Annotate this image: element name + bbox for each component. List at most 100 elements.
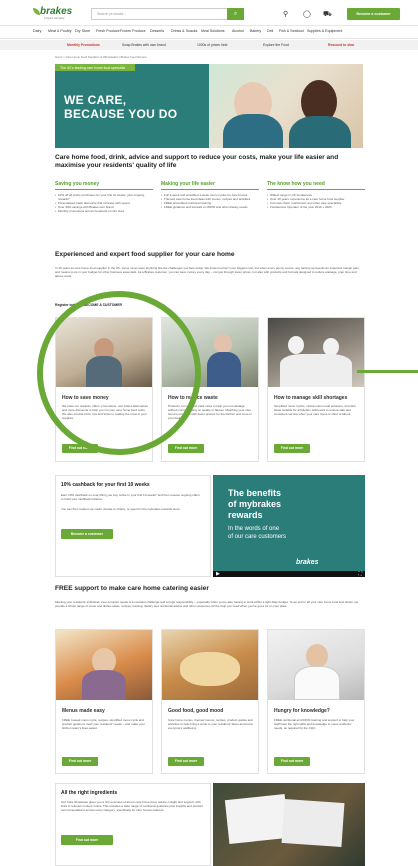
card-text: FREE 4-week menu cycle, recipes, simplif… bbox=[62, 718, 145, 730]
search-placeholder: Search products... bbox=[97, 12, 127, 16]
nav-item-dairy[interactable]: Dairy bbox=[33, 29, 41, 33]
ingredients-title: All the right ingredients bbox=[61, 790, 118, 796]
brochure-page bbox=[224, 793, 290, 845]
van-icon[interactable]: ⛟ bbox=[323, 10, 332, 19]
nav-item-fish[interactable]: Fish & Seafood bbox=[279, 29, 304, 33]
rewards-video[interactable]: The benefits of mybrakes rewards In the wo… bbox=[213, 475, 365, 577]
cook-figure bbox=[214, 334, 232, 354]
search-icon: ⌕ bbox=[233, 11, 238, 17]
brakes-logo[interactable]: brakes a Sysco company bbox=[33, 6, 73, 20]
video-controls[interactable]: ▶ ⛶ bbox=[213, 571, 365, 577]
nav-item-deli[interactable]: Deli bbox=[267, 29, 273, 33]
highlight-arrow bbox=[357, 370, 418, 373]
chef-whites bbox=[294, 666, 340, 700]
card-title: How to reduce waste bbox=[168, 395, 218, 401]
promo-swap[interactable]: Swap Brakes with own brand bbox=[122, 43, 166, 47]
nav-item-supplies[interactable]: Supplies & Equipment bbox=[307, 29, 342, 33]
find-out-more-button[interactable]: Find out more bbox=[168, 757, 204, 766]
search-button[interactable]: ⌕ bbox=[227, 8, 244, 20]
search-input[interactable]: Search products... ⌕ bbox=[91, 8, 244, 20]
support-text: Meeting your residents' individual, ever… bbox=[55, 600, 359, 608]
fullscreen-icon[interactable]: ⛶ bbox=[358, 571, 362, 577]
find-out-more-button[interactable]: Find out more bbox=[274, 444, 310, 453]
nav-item-fresh[interactable]: Fresh Produce bbox=[96, 29, 120, 33]
nav-item-meat[interactable]: Meat & Poultry bbox=[48, 29, 72, 33]
ingredients-text: Our Care Showcase gives you a rich overv… bbox=[61, 800, 203, 812]
become-customer-button[interactable]: Become a customer bbox=[61, 529, 113, 539]
card-image bbox=[162, 630, 258, 700]
video-title: The benefits of mybrakes rewards bbox=[228, 488, 281, 521]
card-skill-shortages: How to manage skill shortages Simplified… bbox=[267, 317, 365, 462]
nav-item-alcohol[interactable]: Alcohol bbox=[232, 29, 244, 33]
food-dish bbox=[180, 652, 240, 686]
hero-headline-line2: BECAUSE YOU DO bbox=[64, 107, 178, 121]
site-header: brakes a Sysco company Search products..… bbox=[0, 0, 418, 26]
card-image bbox=[56, 630, 152, 700]
cashback-text: Earn 10% cashback on everything you buy … bbox=[61, 493, 200, 501]
find-out-more-button[interactable]: Find out more bbox=[61, 835, 113, 845]
nav-item-meal-solutions[interactable]: Meal Solutions bbox=[201, 29, 225, 33]
list-item: 10% off all online purchases for your fi… bbox=[55, 193, 153, 201]
promo-rescued[interactable]: Rescued to shar bbox=[328, 43, 354, 47]
promo-prices[interactable]: 1000s of prices held bbox=[197, 43, 227, 47]
card-knowledge: Hungry for knowledge? FREE nutritional a… bbox=[267, 629, 365, 774]
nav-item-frozen[interactable]: Frozen Produce bbox=[120, 29, 146, 33]
chefs-bodies bbox=[280, 354, 352, 387]
hero-carer-body bbox=[289, 116, 351, 148]
hero-band: The UK's leading care home food speciali… bbox=[55, 64, 135, 71]
card-text: Simplified menu cycles, multi-portion me… bbox=[274, 404, 356, 416]
brochure-page bbox=[281, 798, 345, 848]
cashback-panel: 10% cashback for your first 10 weeks Ear… bbox=[55, 475, 211, 577]
nav-item-dry-store[interactable]: Dry Store bbox=[75, 29, 90, 33]
list-item: Monthly promotions across hundreds of co… bbox=[55, 209, 153, 213]
column-title: The know how you need bbox=[267, 181, 365, 190]
user-icon[interactable]: ⚲ bbox=[283, 10, 288, 18]
play-icon[interactable]: ▶ bbox=[216, 571, 220, 577]
card-save-money: How to save money We have our rewards, o… bbox=[55, 317, 153, 462]
lock-icon[interactable]: ◯ bbox=[303, 10, 311, 18]
become-customer-button[interactable]: Become a customer bbox=[347, 8, 400, 20]
card-title: Menus made easy bbox=[62, 708, 105, 714]
intro-title: Care home food, drink, advice and suppor… bbox=[55, 154, 339, 169]
column-know-how: The know how you need Widest range in UK… bbox=[267, 181, 365, 209]
video-subtitle: In the words of one of our care customers bbox=[228, 526, 286, 541]
find-out-more-button[interactable]: Find out more bbox=[274, 757, 310, 766]
ingredients-panel: All the right ingredients Our Care Showc… bbox=[55, 783, 211, 866]
card-title: Hungry for knowledge? bbox=[274, 708, 330, 714]
cashback-title: 10% cashback for your first 10 weeks bbox=[61, 482, 150, 488]
find-out-more-button[interactable]: Find out more bbox=[62, 757, 98, 766]
nav-item-bakery[interactable]: Bakery bbox=[250, 29, 261, 33]
find-out-more-button[interactable]: Find out more bbox=[168, 444, 204, 453]
cashback-text: You can then redeem as credit, donate to… bbox=[61, 507, 181, 511]
category-nav: Dairy Meat & Poultry Dry Store Fresh Pro… bbox=[0, 26, 418, 39]
register-cta[interactable]: Register today to BECOME A CUSTOMER bbox=[55, 303, 365, 307]
card-image bbox=[56, 318, 152, 387]
video-subtitle-line: In the words of one bbox=[228, 526, 280, 532]
nav-item-desserts[interactable]: Desserts bbox=[150, 29, 164, 33]
find-out-more-button[interactable]: Find out more bbox=[62, 444, 98, 453]
promo-explore[interactable]: Explore the Food bbox=[263, 43, 289, 47]
column-life-easier: Making your life easier Full 4-week and … bbox=[161, 181, 259, 209]
card-image bbox=[162, 318, 258, 387]
hero-resident-body bbox=[223, 114, 283, 148]
list-item: Foodservice Operator of the year 2019 + … bbox=[267, 205, 365, 209]
card-text: Care home menus, themed menus, recipes, … bbox=[168, 718, 253, 730]
hero-photo bbox=[209, 64, 363, 148]
chef-body bbox=[86, 356, 122, 387]
nav-item-drinks[interactable]: Drinks & Snacks bbox=[171, 29, 197, 33]
chef-hat bbox=[288, 336, 304, 354]
hero-text-panel: The UK's leading care home food speciali… bbox=[55, 64, 209, 148]
column-saving-money: Saving you money 10% off all online purc… bbox=[55, 181, 153, 213]
card-text: FREE nutritional and IDDSI training and … bbox=[274, 718, 355, 730]
logo-tagline: a Sysco company bbox=[44, 17, 65, 20]
resident-body bbox=[82, 670, 126, 700]
card-reduce-waste: How to reduce waste Products, formats an… bbox=[161, 317, 259, 462]
video-title-line: rewards bbox=[228, 510, 263, 520]
chef-figure bbox=[306, 644, 328, 668]
card-good-food: Good food, good mood Care home menus, th… bbox=[161, 629, 259, 774]
promo-monthly[interactable]: Monthly Promotions bbox=[67, 43, 100, 47]
breadcrumb[interactable]: Home > Care Home Food Suppliers & Wholes… bbox=[55, 55, 147, 59]
showcase-image bbox=[213, 783, 365, 866]
logo-text: brakes bbox=[40, 6, 73, 17]
video-title-line: The benefits bbox=[228, 488, 282, 498]
